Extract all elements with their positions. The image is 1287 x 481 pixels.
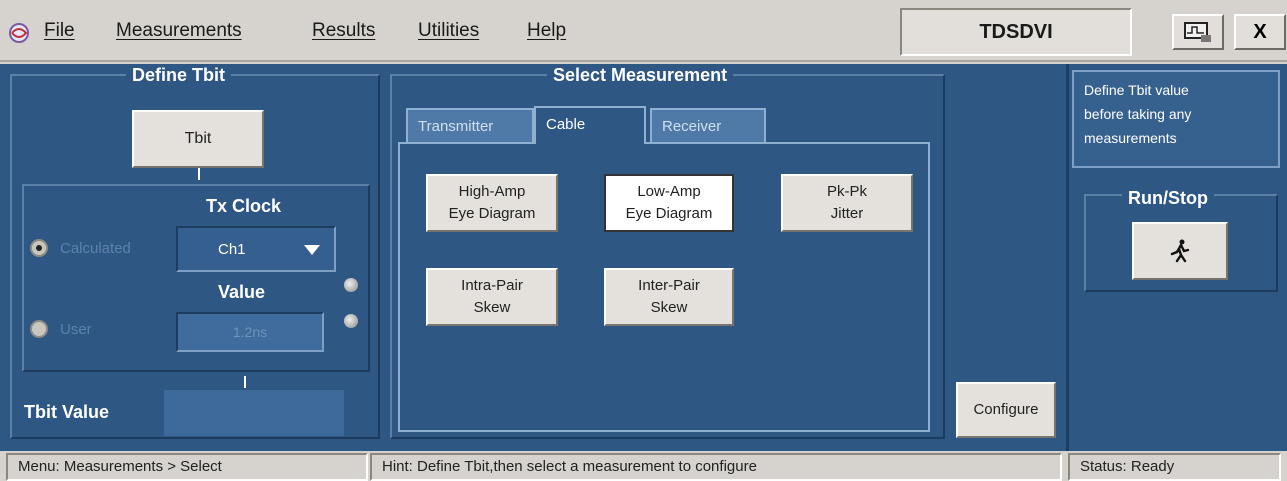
configure-button[interactable]: Configure [956, 382, 1056, 438]
low-amp-line2: Eye Diagram [625, 205, 713, 222]
calculated-label: Calculated [60, 240, 131, 257]
menu-measurements[interactable]: Measurements [116, 20, 242, 42]
scope-display-icon [1184, 22, 1211, 42]
app-title: TDSDVI [900, 8, 1132, 56]
calculated-radio[interactable] [30, 239, 48, 257]
main-panel: Define Tbit Tbit Tx Clock Calculated Ch1… [0, 64, 1287, 451]
close-icon: X [1253, 20, 1267, 43]
status-menu-path: Menu: Measurements > Select [6, 453, 368, 481]
status-ready: Status: Ready [1068, 453, 1281, 481]
pk-pk-line1: Pk-Pk [826, 183, 867, 200]
chevron-down-icon [304, 245, 320, 255]
intra-pair-skew-button[interactable]: Intra-Pair Skew [426, 268, 558, 326]
pk-pk-line2: Jitter [830, 205, 864, 222]
menu-bar: File Measurements Results Utilities Help… [0, 0, 1287, 62]
close-button[interactable]: X [1234, 14, 1286, 50]
run-stop-button[interactable] [1132, 222, 1228, 280]
info-line-3: measurements [1084, 130, 1177, 146]
info-line-2: before taking any [1084, 106, 1192, 122]
inter-pair-line1: Inter-Pair [638, 277, 700, 294]
intra-pair-line2: Skew [473, 299, 511, 316]
inter-pair-line2: Skew [650, 299, 688, 316]
menu-file[interactable]: File [44, 20, 75, 42]
tab-receiver[interactable]: Receiver [650, 108, 766, 144]
tbit-value-field [164, 390, 344, 436]
tx-clock-value: Ch1 [218, 240, 246, 258]
high-amp-line1: High-Amp [458, 183, 526, 200]
pk-pk-jitter-button[interactable]: Pk-Pk Jitter [781, 174, 913, 232]
high-amp-line2: Eye Diagram [448, 205, 536, 222]
running-man-icon [1170, 239, 1190, 263]
app-logo-icon[interactable] [8, 22, 30, 44]
menu-results[interactable]: Results [312, 20, 375, 42]
tab-cable[interactable]: Cable [534, 106, 646, 144]
menu-help[interactable]: Help [527, 20, 566, 42]
value-label: Value [218, 282, 266, 302]
user-value-input[interactable]: 1.2ns [176, 312, 324, 352]
knob-b-icon[interactable] [344, 314, 358, 328]
knob-a-icon[interactable] [344, 278, 358, 292]
intra-pair-line1: Intra-Pair [461, 277, 523, 294]
side-divider [1066, 64, 1069, 451]
info-line-1: Define Tbit value [1084, 82, 1189, 98]
menu-utilities[interactable]: Utilities [418, 20, 479, 42]
inter-pair-skew-button[interactable]: Inter-Pair Skew [604, 268, 734, 326]
select-measurement-title: Select Measurement [547, 65, 734, 86]
high-amp-eye-diagram-button[interactable]: High-Amp Eye Diagram [426, 174, 558, 232]
tx-clock-label: Tx Clock [206, 196, 282, 216]
define-tbit-title: Define Tbit [126, 65, 231, 86]
minimize-display-button[interactable] [1172, 14, 1224, 50]
status-hint: Hint: Define Tbit,then select a measurem… [370, 453, 1062, 481]
tab-transmitter[interactable]: Transmitter [406, 108, 534, 144]
tbit-value-label: Tbit Value [24, 402, 110, 422]
low-amp-line1: Low-Amp [637, 183, 701, 200]
user-label: User [60, 321, 92, 338]
run-stop-title: Run/Stop [1122, 188, 1214, 209]
tx-clock-select[interactable]: Ch1 [176, 226, 336, 272]
user-radio[interactable] [30, 320, 48, 338]
connector-line-2 [244, 376, 246, 388]
low-amp-eye-diagram-button[interactable]: Low-Amp Eye Diagram [604, 174, 734, 232]
connector-line [198, 168, 200, 180]
info-message: Define Tbit value before taking any meas… [1072, 70, 1280, 168]
tbit-button[interactable]: Tbit [132, 110, 264, 168]
